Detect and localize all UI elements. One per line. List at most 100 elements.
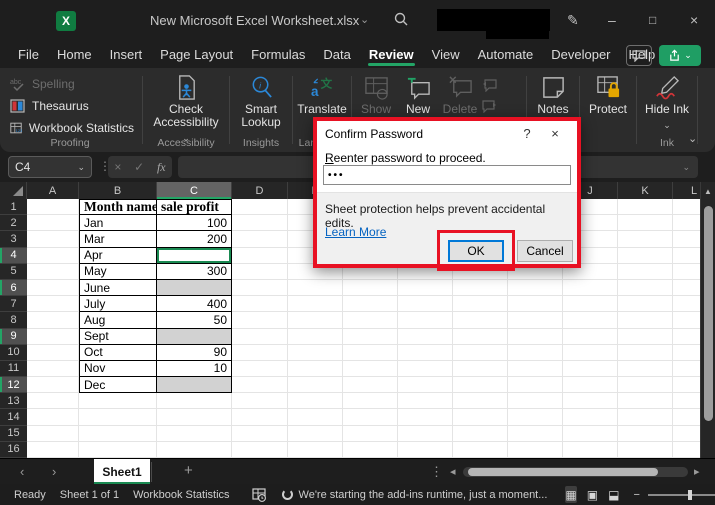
- status-workbook-statistics[interactable]: Workbook Statistics: [133, 489, 229, 501]
- grid-cell-H15[interactable]: [453, 426, 508, 442]
- hide-ink-button[interactable]: Hide Ink ⌄: [640, 73, 694, 132]
- row-header-14[interactable]: 14: [0, 409, 27, 425]
- grid-cell-A7[interactable]: [27, 296, 79, 312]
- grid-cell-J14[interactable]: [563, 409, 618, 425]
- grid-cell-D5[interactable]: [232, 264, 288, 280]
- grid-cell-B3[interactable]: Mar: [79, 231, 157, 247]
- row-header-5[interactable]: 5: [0, 264, 27, 280]
- grid-cell-F12[interactable]: [343, 377, 398, 393]
- grid-cell-J10[interactable]: [563, 345, 618, 361]
- column-header-B[interactable]: B: [79, 182, 157, 199]
- grid-cell-K1[interactable]: [618, 199, 673, 215]
- grid-cell-K9[interactable]: [618, 329, 673, 345]
- menu-tab-home[interactable]: Home: [48, 42, 101, 68]
- new-comment-button[interactable]: New: [398, 73, 438, 116]
- insert-function-icon[interactable]: fx: [157, 160, 166, 175]
- grid-cell-D9[interactable]: [232, 329, 288, 345]
- grid-cell-F8[interactable]: [343, 312, 398, 328]
- grid-cell-H11[interactable]: [453, 361, 508, 377]
- grid-cell-H9[interactable]: [453, 329, 508, 345]
- grid-cell-A6[interactable]: [27, 280, 79, 296]
- grid-cell-E10[interactable]: [288, 345, 343, 361]
- grid-cell-A11[interactable]: [27, 361, 79, 377]
- grid-cell-B2[interactable]: Jan: [79, 215, 157, 231]
- grid-cell-H6[interactable]: [453, 280, 508, 296]
- grid-cell-D7[interactable]: [232, 296, 288, 312]
- grid-cell-H13[interactable]: [453, 393, 508, 409]
- workbook-statistics-button[interactable]: 123 Workbook Statistics: [10, 118, 134, 138]
- grid-cell-B6[interactable]: June: [79, 280, 157, 296]
- grid-cell-G14[interactable]: [398, 409, 453, 425]
- scroll-left-icon[interactable]: ◂: [450, 465, 456, 478]
- grid-cell-K8[interactable]: [618, 312, 673, 328]
- menu-tab-review[interactable]: Review: [360, 42, 423, 68]
- expand-formula-bar-chevron-icon[interactable]: ⌄: [682, 162, 690, 173]
- minimize-button[interactable]: –: [608, 12, 616, 28]
- tab-bar-menu-icon[interactable]: ⋮: [430, 464, 443, 480]
- menu-tab-automate[interactable]: Automate: [469, 42, 543, 68]
- grid-cell-F15[interactable]: [343, 426, 398, 442]
- grid-cell-F10[interactable]: [343, 345, 398, 361]
- vertical-scrollbar[interactable]: ▲: [700, 182, 715, 458]
- search-icon[interactable]: [393, 11, 409, 27]
- column-header-K[interactable]: K: [618, 182, 673, 199]
- page-layout-view-button[interactable]: ▣: [587, 486, 598, 503]
- grid-cell-H14[interactable]: [453, 409, 508, 425]
- cancel-button[interactable]: Cancel: [517, 240, 573, 262]
- translate-button[interactable]: a文 Translate: [295, 73, 349, 116]
- password-input[interactable]: [323, 165, 571, 185]
- row-header-13[interactable]: 13: [0, 393, 27, 409]
- grid-cell-I15[interactable]: [508, 426, 563, 442]
- horizontal-scroll-thumb[interactable]: [468, 468, 658, 476]
- grid-cell-K2[interactable]: [618, 215, 673, 231]
- menu-tab-data[interactable]: Data: [314, 42, 359, 68]
- grid-cell-G13[interactable]: [398, 393, 453, 409]
- grid-cell-C11[interactable]: 10: [157, 361, 232, 377]
- grid-cell-H16[interactable]: [453, 442, 508, 458]
- grid-cell-F14[interactable]: [343, 409, 398, 425]
- grid-cell-I12[interactable]: [508, 377, 563, 393]
- grid-cell-G11[interactable]: [398, 361, 453, 377]
- scroll-up-icon[interactable]: ▲: [704, 187, 712, 196]
- normal-view-button[interactable]: ▦: [565, 486, 576, 503]
- grid-cell-A1[interactable]: [27, 199, 79, 215]
- grid-cell-I7[interactable]: [508, 296, 563, 312]
- grid-cell-D4[interactable]: [232, 248, 288, 264]
- grid-cell-D13[interactable]: [232, 393, 288, 409]
- grid-cell-K15[interactable]: [618, 426, 673, 442]
- grid-cell-J7[interactable]: [563, 296, 618, 312]
- thesaurus-button[interactable]: Thesaurus: [10, 96, 134, 116]
- add-sheet-button[interactable]: +: [184, 462, 193, 479]
- grid-cell-B7[interactable]: July: [79, 296, 157, 312]
- grid-cell-E13[interactable]: [288, 393, 343, 409]
- grid-cell-C13[interactable]: [157, 393, 232, 409]
- grid-cell-F13[interactable]: [343, 393, 398, 409]
- grid-cell-I8[interactable]: [508, 312, 563, 328]
- column-header-C[interactable]: C: [157, 182, 232, 199]
- grid-cell-I14[interactable]: [508, 409, 563, 425]
- grid-cell-D14[interactable]: [232, 409, 288, 425]
- column-header-D[interactable]: D: [232, 182, 288, 199]
- grid-cell-I6[interactable]: [508, 280, 563, 296]
- grid-cell-C15[interactable]: [157, 426, 232, 442]
- grid-cell-C9[interactable]: [157, 329, 232, 345]
- grid-cell-H10[interactable]: [453, 345, 508, 361]
- grid-cell-C5[interactable]: 300: [157, 264, 232, 280]
- grid-cell-D8[interactable]: [232, 312, 288, 328]
- grid-cell-E11[interactable]: [288, 361, 343, 377]
- grid-cell-B10[interactable]: Oct: [79, 345, 157, 361]
- grid-cell-C6[interactable]: [157, 280, 232, 296]
- grid-cell-A8[interactable]: [27, 312, 79, 328]
- name-box[interactable]: C4 ⌄: [8, 156, 92, 178]
- grid-cell-B4[interactable]: Apr: [79, 248, 157, 264]
- grid-cell-D3[interactable]: [232, 231, 288, 247]
- row-header-6[interactable]: 6: [0, 280, 27, 296]
- grid-cell-D16[interactable]: [232, 442, 288, 458]
- grid-cell-D6[interactable]: [232, 280, 288, 296]
- menu-tab-formulas[interactable]: Formulas: [242, 42, 314, 68]
- grid-cell-B15[interactable]: [79, 426, 157, 442]
- share-button[interactable]: ⌄: [659, 45, 701, 66]
- grid-cell-I9[interactable]: [508, 329, 563, 345]
- previous-sheet-icon[interactable]: ‹: [20, 464, 24, 479]
- smart-lookup-button[interactable]: i Smart Lookup: [232, 73, 290, 129]
